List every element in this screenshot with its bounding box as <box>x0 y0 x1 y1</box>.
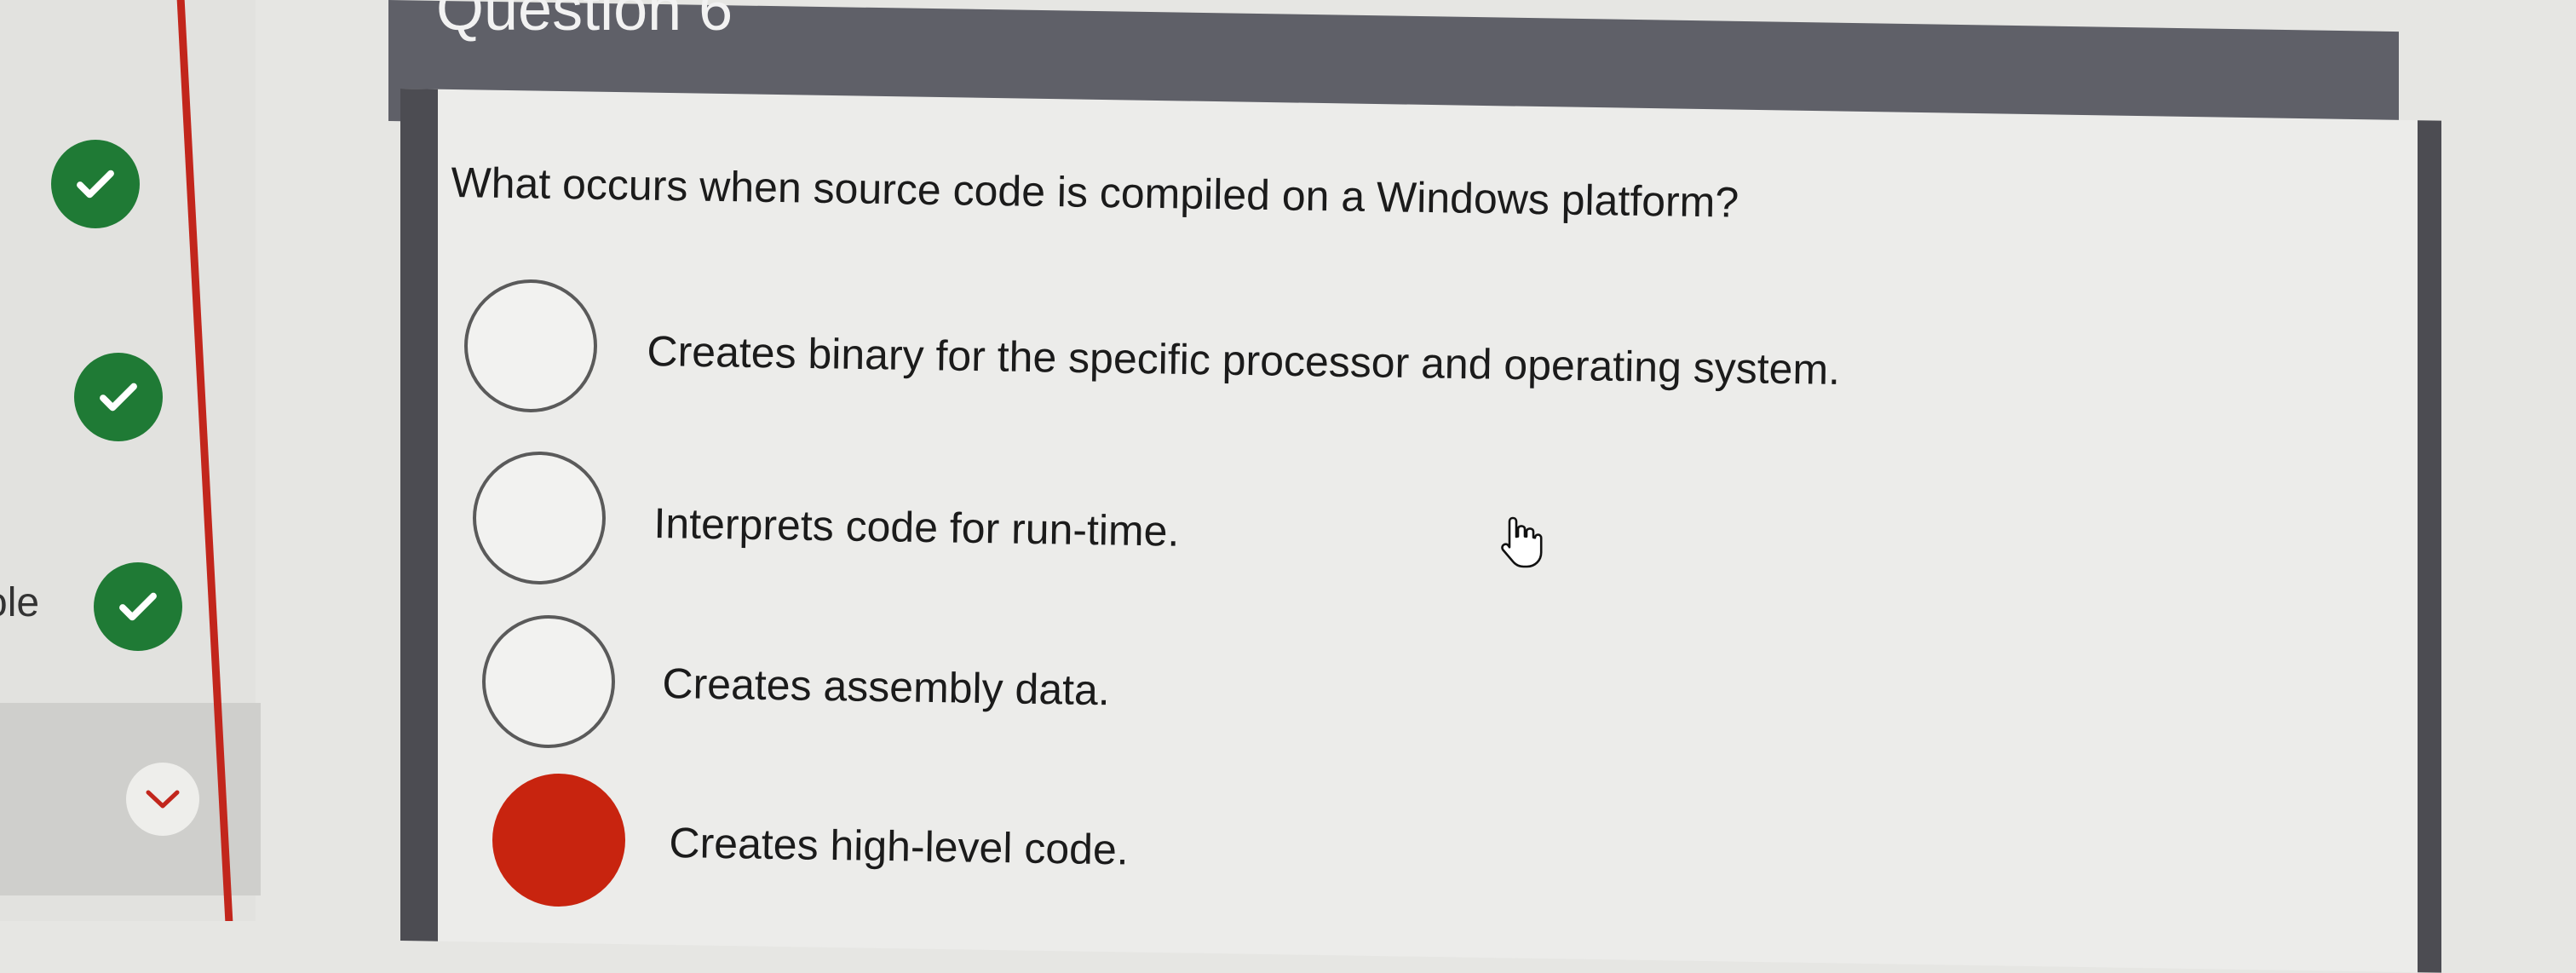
check-icon <box>119 592 157 621</box>
radio-button[interactable] <box>482 615 615 748</box>
check-icon <box>100 383 137 412</box>
radio-button-selected[interactable] <box>492 774 625 907</box>
question-title: Question 6 <box>436 0 733 43</box>
chevron-down-icon <box>146 790 180 809</box>
answered-check-icon[interactable] <box>94 562 182 651</box>
hand-pointer-icon <box>1501 516 1543 568</box>
option-label: Interprets code for run-time. <box>653 498 1180 556</box>
expand-button[interactable] <box>126 763 199 836</box>
radio-button[interactable] <box>464 279 597 412</box>
check-icon <box>77 170 114 199</box>
radio-button[interactable] <box>473 452 606 584</box>
option-label: Creates assembly data. <box>662 659 1111 715</box>
answered-check-icon[interactable] <box>74 353 163 441</box>
answered-check-icon[interactable] <box>51 140 140 228</box>
option-label: Creates high-level code. <box>669 818 1130 874</box>
sidebar-partial-label: ole <box>0 580 40 625</box>
